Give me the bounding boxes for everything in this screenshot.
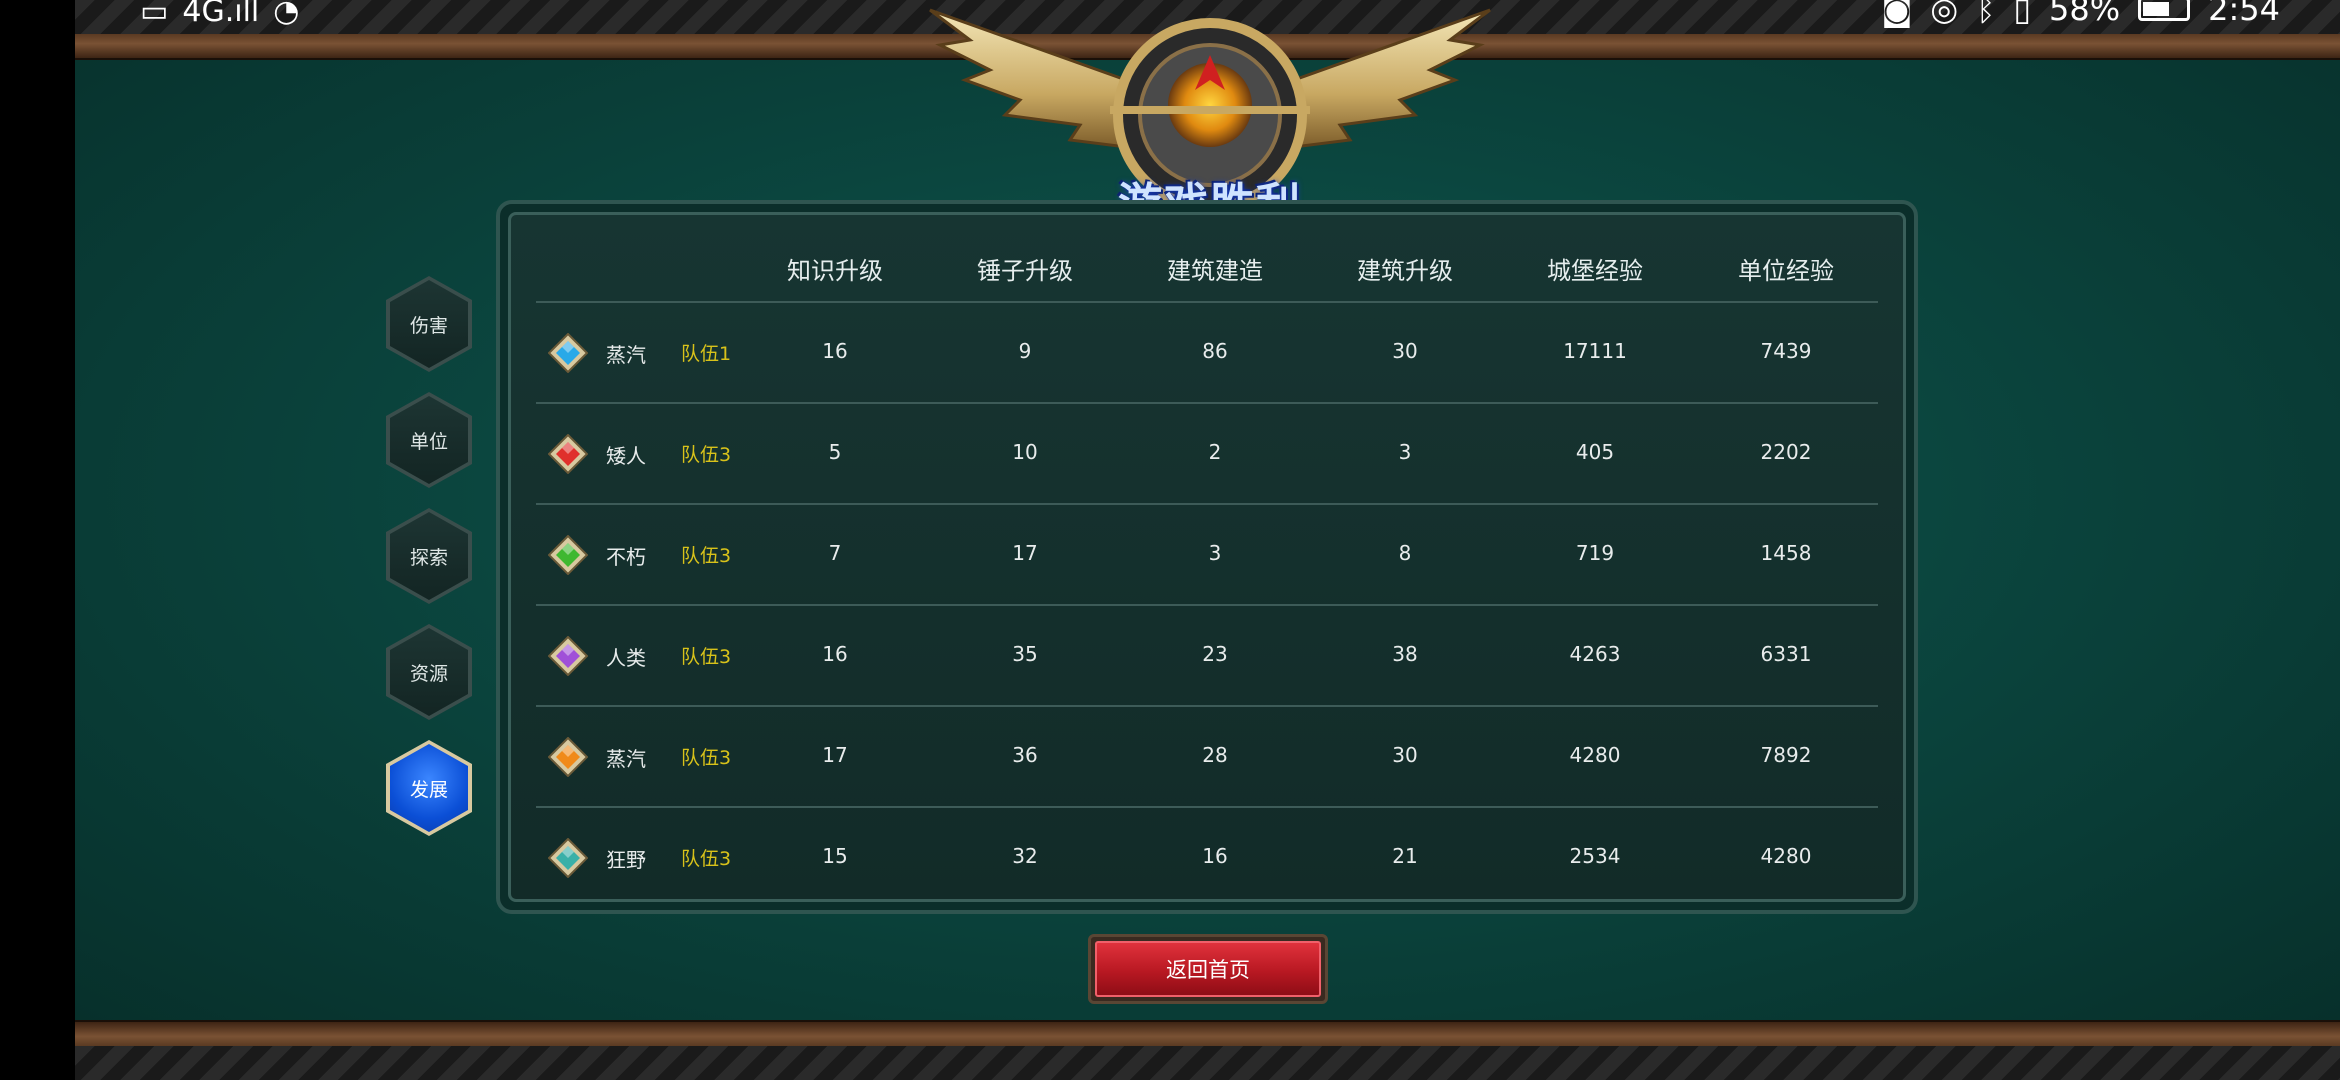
- signal-icon: 4G.ıll: [182, 0, 260, 29]
- team-name: 队伍3: [681, 444, 732, 466]
- race-gem-icon: [548, 333, 588, 373]
- table-cell: 3: [1208, 541, 1222, 565]
- wechat-icon: ◔: [273, 0, 300, 29]
- table-cell: 1458: [1760, 541, 1812, 565]
- table-cell: 16: [1202, 844, 1228, 868]
- return-home-button[interactable]: 返回首页: [1088, 934, 1328, 1004]
- table-cell: 6331: [1760, 642, 1812, 666]
- table-row: 蒸汽 队伍1 16 9 86 30 17111 7439: [536, 301, 1878, 402]
- table-cell: 10: [1012, 440, 1038, 464]
- table-cell: 86: [1202, 339, 1228, 363]
- table-cell: 405: [1575, 440, 1615, 464]
- table-cell: 719: [1575, 541, 1615, 565]
- return-home-label: 返回首页: [1095, 941, 1321, 997]
- table-cell: 38: [1392, 642, 1418, 666]
- col-header: 锤子升级: [977, 257, 1073, 285]
- col-header: 单位经验: [1738, 257, 1834, 285]
- side-tab-label: 伤害: [390, 280, 468, 368]
- table-cell: 3: [1398, 440, 1412, 464]
- side-tab-label: 资源: [390, 628, 468, 716]
- race-name: 蒸汽: [606, 343, 646, 367]
- table-cell: 9: [1018, 339, 1032, 363]
- stats-panel: 知识升级 锤子升级 建筑建造 建筑升级 城堡经验 单位经验 蒸汽 队伍1 16 9 86…: [496, 200, 1918, 914]
- table-header: 知识升级 锤子升级 建筑建造 建筑升级 城堡经验 单位经验: [511, 251, 1903, 291]
- status-bar-left: ▭ 4G.ıll ◔: [140, 0, 299, 29]
- table-cell: 2: [1208, 440, 1222, 464]
- table-cell: 4263: [1569, 642, 1621, 666]
- table-row: 矮人 队伍3 5 10 2 3 405 2202: [536, 402, 1878, 503]
- side-tab-label: 单位: [390, 396, 468, 484]
- table-cell: 35: [1012, 642, 1038, 666]
- table-cell: 28: [1202, 743, 1228, 767]
- table-cell: 32: [1012, 844, 1038, 868]
- col-header: 城堡经验: [1547, 257, 1643, 285]
- table-cell: 30: [1392, 339, 1418, 363]
- bluetooth-icon: ᛒ: [1976, 0, 1996, 28]
- table-cell: 2534: [1569, 844, 1621, 868]
- battery-icon: [2138, 0, 2191, 21]
- race-name: 狂野: [606, 848, 646, 872]
- table-cell: 17111: [1563, 339, 1627, 363]
- race-name: 人类: [606, 646, 646, 670]
- table-cell: 15: [822, 844, 848, 868]
- col-header: 建筑升级: [1357, 257, 1453, 285]
- clock: 2:54: [2208, 0, 2280, 28]
- table-cell: 7439: [1760, 339, 1812, 363]
- team-name: 队伍1: [681, 343, 732, 365]
- table-cell: 5: [828, 440, 842, 464]
- table-cell: 16: [822, 339, 848, 363]
- left-black-bar: [0, 0, 75, 1080]
- status-bar-right: ◙ ◎ ᛒ ▯ 58% 2:54: [1881, 0, 2280, 28]
- race-gem-icon: [548, 535, 588, 575]
- table-cell: 30: [1392, 743, 1418, 767]
- race-gem-icon: [548, 434, 588, 474]
- table-row: 不朽 队伍3 7 17 3 8 719 1458: [536, 503, 1878, 604]
- col-header: 建筑建造: [1167, 257, 1263, 285]
- vibrate-icon: ▯: [2013, 0, 2032, 28]
- team-name: 队伍3: [681, 646, 732, 668]
- team-name: 队伍3: [681, 545, 732, 567]
- side-tab-label: 探索: [390, 512, 468, 600]
- table-cell: 7: [828, 541, 842, 565]
- team-name: 队伍3: [681, 747, 732, 769]
- sim-icon: ▭: [140, 0, 169, 29]
- table-cell: 21: [1392, 844, 1418, 868]
- table-cell: 4280: [1760, 844, 1812, 868]
- table-cell: 7892: [1760, 743, 1812, 767]
- table-cell: 17: [822, 743, 848, 767]
- stats-table: 知识升级 锤子升级 建筑建造 建筑升级 城堡经验 单位经验 蒸汽 队伍1 16 9 86…: [508, 212, 1906, 902]
- table-cell: 8: [1398, 541, 1412, 565]
- race-name: 矮人: [606, 444, 646, 468]
- table-cell: 17: [1012, 541, 1038, 565]
- table-cell: 36: [1012, 743, 1038, 767]
- bottom-pattern-strip: [75, 1046, 2340, 1080]
- battery-percent: 58%: [2049, 0, 2121, 28]
- col-header: 知识升级: [787, 257, 883, 285]
- table-row: 蒸汽 队伍3 17 36 28 30 4280 7892: [536, 705, 1878, 806]
- table-row: 人类 队伍3 16 35 23 38 4263 6331: [536, 604, 1878, 705]
- race-name: 蒸汽: [606, 747, 646, 771]
- table-cell: 23: [1202, 642, 1228, 666]
- nfc-icon: ◙: [1881, 0, 1913, 28]
- side-tab-label: 发展: [390, 744, 468, 832]
- team-name: 队伍3: [681, 848, 732, 870]
- race-name: 不朽: [606, 545, 646, 569]
- race-gem-icon: [548, 737, 588, 777]
- mute-icon: ◎: [1930, 0, 1959, 28]
- race-gem-icon: [548, 636, 588, 676]
- table-cell: 16: [822, 642, 848, 666]
- table-row: 狂野 队伍3 15 32 16 21 2534 4280: [536, 806, 1878, 907]
- bottom-wood-border: [75, 1020, 2340, 1046]
- table-cell: 4280: [1569, 743, 1621, 767]
- table-cell: 2202: [1760, 440, 1812, 464]
- race-gem-icon: [548, 838, 588, 878]
